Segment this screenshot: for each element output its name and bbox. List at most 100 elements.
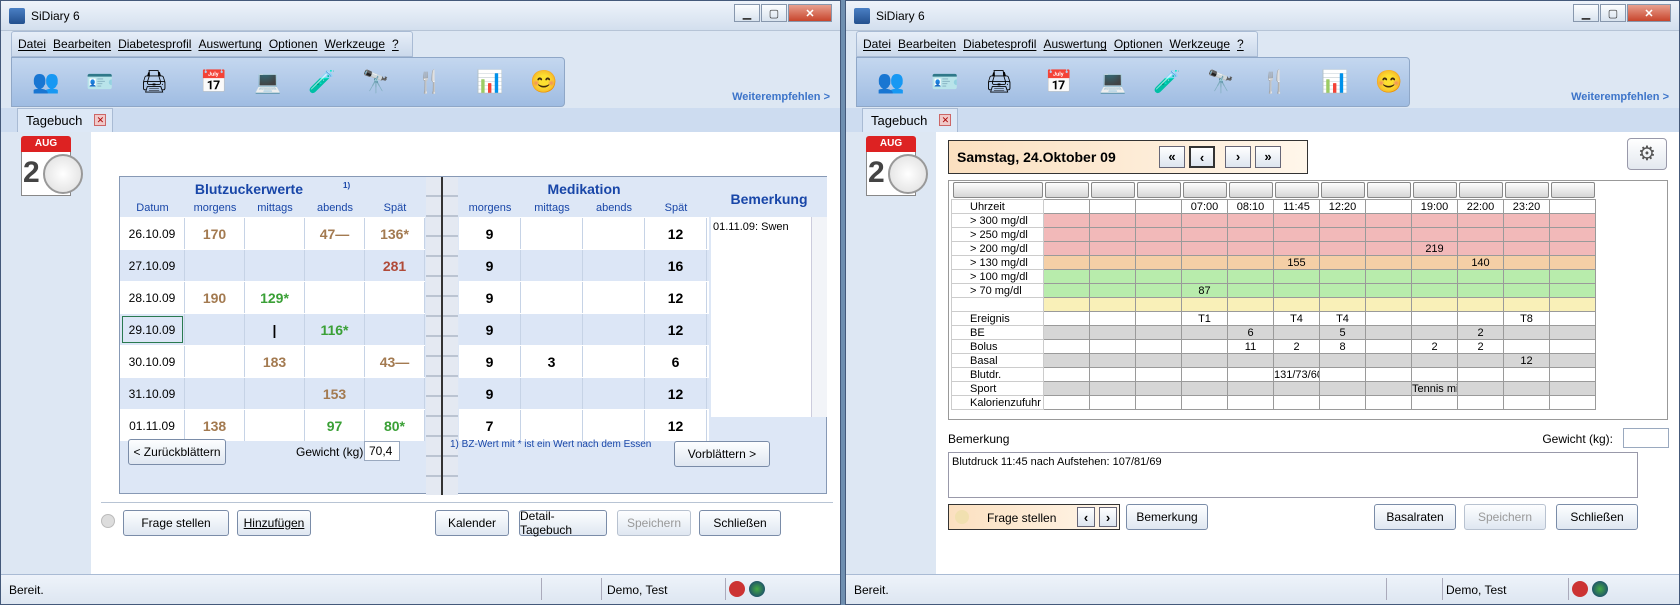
no-sync-icon[interactable] bbox=[1572, 581, 1588, 597]
no-sync-icon[interactable] bbox=[729, 581, 745, 597]
grid-cell[interactable] bbox=[1549, 311, 1596, 326]
chart-icon[interactable]: 📊 bbox=[470, 62, 510, 102]
bz-value-cell[interactable]: 183 bbox=[245, 346, 305, 377]
bz-value-cell[interactable] bbox=[185, 250, 245, 281]
time-cell[interactable]: 23:20 bbox=[1503, 199, 1550, 214]
cutlery-icon[interactable]: 🍴 bbox=[410, 62, 450, 102]
grid-cell[interactable] bbox=[1181, 255, 1228, 270]
grid-cell[interactable] bbox=[1135, 381, 1182, 396]
med-value-cell[interactable]: 9 bbox=[459, 346, 521, 377]
med-value-cell[interactable]: 7 bbox=[459, 410, 521, 441]
grid-cell[interactable] bbox=[1273, 395, 1320, 410]
bz-value-cell[interactable]: 80* bbox=[365, 410, 425, 441]
time-cell[interactable]: 11:45 bbox=[1273, 199, 1320, 214]
grid-cell[interactable] bbox=[1549, 395, 1596, 410]
grid-cell[interactable] bbox=[1549, 283, 1596, 298]
grid-cell[interactable] bbox=[1227, 255, 1274, 270]
menu-diabetesprofil[interactable]: Diabetesprofil bbox=[963, 37, 1036, 51]
med-value-cell[interactable]: 3 bbox=[521, 346, 583, 377]
date-cell[interactable]: 30.10.09 bbox=[120, 346, 185, 377]
tab-tagebuch[interactable]: Tagebuch ✕ bbox=[17, 108, 114, 132]
grid-cell[interactable] bbox=[1089, 381, 1136, 396]
last-page-button[interactable]: » bbox=[1255, 146, 1281, 168]
bem-scrollbar[interactable] bbox=[811, 217, 827, 417]
grid-cell[interactable] bbox=[1135, 339, 1182, 354]
grid-cell[interactable] bbox=[1549, 367, 1596, 382]
menu-auswertung[interactable]: Auswertung bbox=[1043, 37, 1106, 51]
hinzufuegen-button[interactable]: Hinzufügen bbox=[237, 510, 311, 536]
grid-cell[interactable] bbox=[1365, 283, 1412, 298]
minimize-button[interactable]: ▁ bbox=[1573, 4, 1599, 22]
binoculars-icon[interactable]: 🔭 bbox=[1201, 62, 1241, 102]
grid-cell[interactable] bbox=[1319, 367, 1366, 382]
bz-value-cell[interactable]: 43— bbox=[365, 346, 425, 377]
menu-help[interactable]: ? bbox=[1237, 37, 1244, 51]
med-value-cell[interactable] bbox=[583, 346, 645, 377]
column-header-button[interactable] bbox=[1274, 182, 1319, 198]
column-header-button[interactable] bbox=[1412, 182, 1457, 198]
grid-cell[interactable] bbox=[1319, 381, 1366, 396]
med-value-cell[interactable]: 12 bbox=[645, 410, 707, 441]
grid-cell[interactable] bbox=[1503, 213, 1550, 228]
grid-cell[interactable] bbox=[1319, 353, 1366, 368]
grid-cell[interactable] bbox=[1089, 325, 1136, 340]
grid-cell[interactable] bbox=[1273, 269, 1320, 284]
grid-cell[interactable] bbox=[1365, 213, 1412, 228]
menu-bearbeiten[interactable]: Bearbeiten bbox=[898, 37, 956, 51]
med-value-cell[interactable]: 9 bbox=[459, 378, 521, 409]
grid-cell[interactable] bbox=[1227, 269, 1274, 284]
grid-cell[interactable]: 12 bbox=[1503, 353, 1550, 368]
device-sync-icon[interactable]: 💻 bbox=[248, 62, 288, 102]
settings-gear-icon[interactable]: ⚙ bbox=[1627, 138, 1667, 170]
bz-value-cell[interactable]: | bbox=[245, 314, 305, 345]
time-cell[interactable] bbox=[1089, 199, 1136, 214]
grid-cell[interactable] bbox=[1319, 255, 1366, 270]
grid-cell[interactable] bbox=[1319, 241, 1366, 256]
grid-cell[interactable] bbox=[1135, 241, 1182, 256]
grid-cell[interactable]: 219 bbox=[1411, 241, 1458, 256]
med-value-cell[interactable]: 9 bbox=[459, 218, 521, 249]
grid-cell[interactable] bbox=[1503, 395, 1550, 410]
grid-cell[interactable] bbox=[1365, 325, 1412, 340]
grid-cell[interactable] bbox=[1503, 241, 1550, 256]
grid-cell[interactable] bbox=[1135, 367, 1182, 382]
grid-cell[interactable] bbox=[1181, 367, 1228, 382]
grid-cell[interactable] bbox=[1227, 227, 1274, 242]
grid-cell[interactable] bbox=[1273, 353, 1320, 368]
grid-cell[interactable] bbox=[1227, 353, 1274, 368]
grid-cell[interactable] bbox=[1503, 367, 1550, 382]
med-value-cell[interactable] bbox=[583, 282, 645, 313]
maximize-button[interactable]: ▢ bbox=[761, 4, 787, 22]
med-value-cell[interactable]: 9 bbox=[459, 282, 521, 313]
med-value-cell[interactable] bbox=[521, 250, 583, 281]
grid-cell[interactable] bbox=[1089, 213, 1136, 228]
grid-cell[interactable] bbox=[1411, 353, 1458, 368]
grid-cell[interactable] bbox=[1365, 367, 1412, 382]
grid-cell[interactable] bbox=[1549, 241, 1596, 256]
grid-cell[interactable] bbox=[1135, 311, 1182, 326]
grid-cell[interactable]: Tennis mit bbox=[1411, 381, 1458, 396]
weight-field[interactable] bbox=[1623, 428, 1669, 448]
grid-cell[interactable]: 140 bbox=[1457, 255, 1504, 270]
grid-cell[interactable] bbox=[1135, 353, 1182, 368]
grid-cell[interactable] bbox=[1181, 395, 1228, 410]
globe-icon[interactable] bbox=[1592, 581, 1608, 597]
speichern-button[interactable]: Speichern bbox=[617, 510, 691, 536]
bz-value-cell[interactable] bbox=[365, 378, 425, 409]
binoculars-icon[interactable]: 🔭 bbox=[356, 62, 396, 102]
grid-cell[interactable] bbox=[1089, 395, 1136, 410]
test-tubes-icon[interactable]: 🧪 bbox=[1147, 62, 1187, 102]
time-cell[interactable] bbox=[1135, 199, 1182, 214]
date-cell[interactable]: 27.10.09 bbox=[120, 250, 185, 281]
grid-cell[interactable] bbox=[1089, 367, 1136, 382]
grid-cell[interactable] bbox=[1457, 269, 1504, 284]
grid-cell[interactable] bbox=[1411, 297, 1458, 312]
grid-cell[interactable] bbox=[1549, 381, 1596, 396]
grid-cell[interactable] bbox=[1043, 311, 1090, 326]
test-tubes-icon[interactable]: 🧪 bbox=[302, 62, 342, 102]
bz-value-cell[interactable] bbox=[305, 346, 365, 377]
column-header-button[interactable] bbox=[1504, 182, 1549, 198]
grid-cell[interactable] bbox=[1319, 395, 1366, 410]
grid-cell[interactable] bbox=[1135, 227, 1182, 242]
column-header-button[interactable] bbox=[952, 182, 1043, 198]
